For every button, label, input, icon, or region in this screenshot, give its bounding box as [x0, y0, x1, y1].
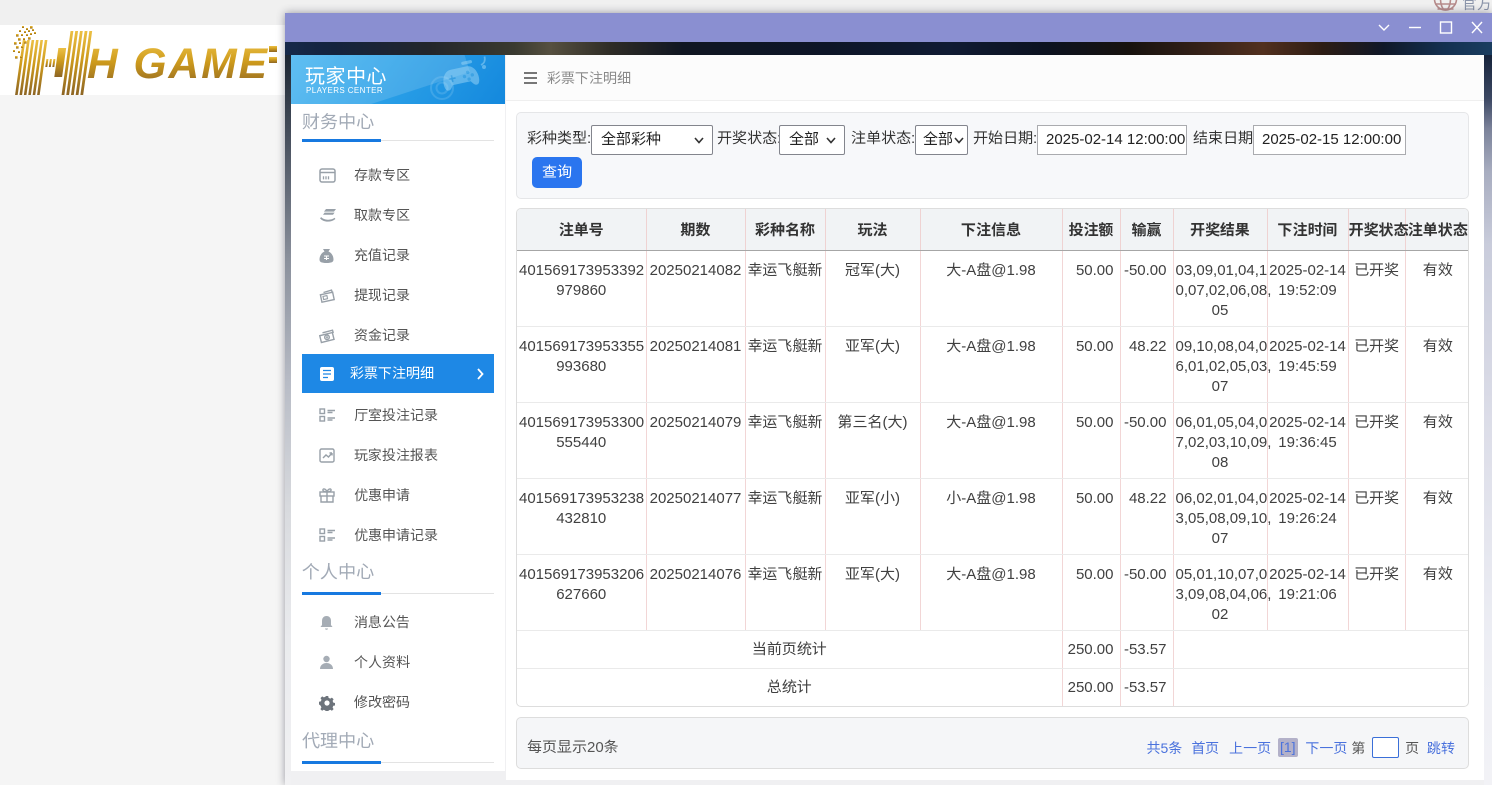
svg-text:H GAME: H GAME [87, 41, 269, 88]
